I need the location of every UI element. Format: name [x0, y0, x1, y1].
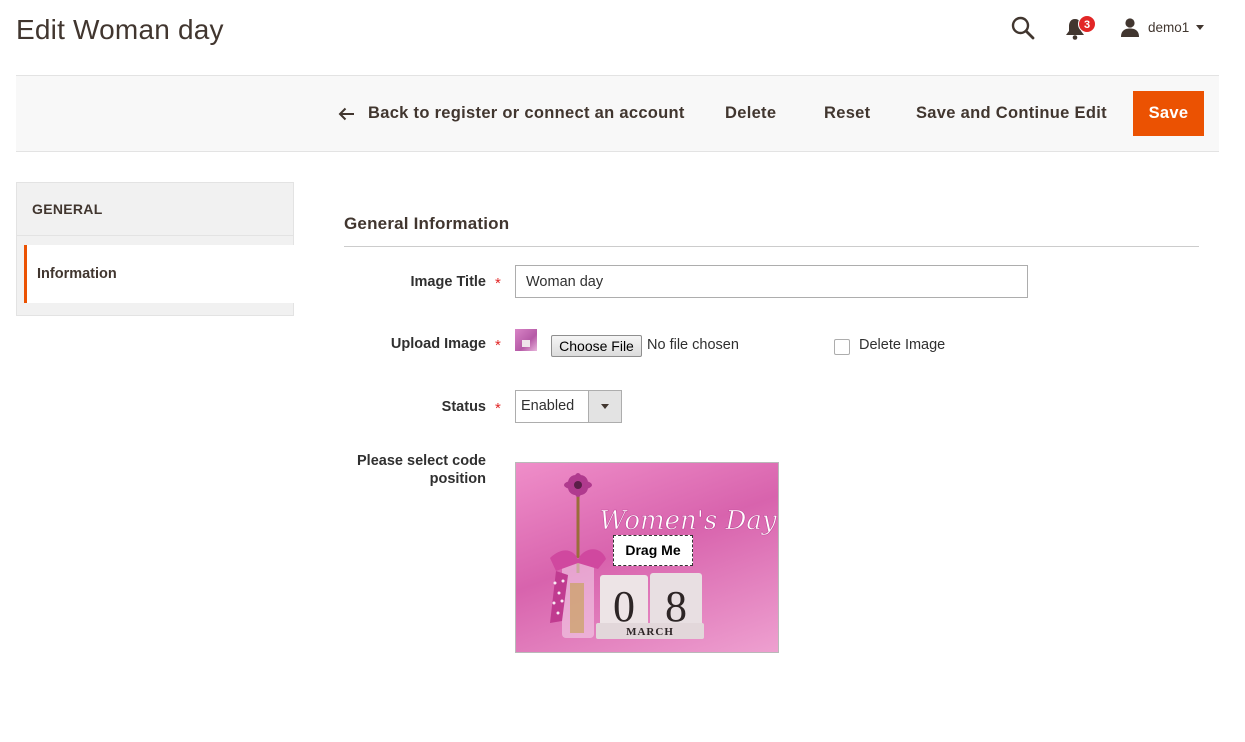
chevron-down-icon — [588, 391, 621, 422]
required-marker: * — [495, 275, 501, 292]
user-icon — [1121, 18, 1139, 37]
section-title: General Information — [344, 214, 510, 233]
notification-badge: 3 — [1078, 15, 1096, 33]
sidebar-heading[interactable]: GENERAL — [17, 183, 293, 236]
image-title-input[interactable] — [515, 265, 1028, 298]
drag-me-handle[interactable]: Drag Me — [613, 535, 693, 566]
preview-headline: Women's Day — [599, 506, 777, 536]
save-and-continue-button[interactable]: Save and Continue Edit — [916, 91, 1107, 136]
page-title: Edit Woman day — [16, 14, 224, 45]
save-button[interactable]: Save — [1133, 91, 1204, 136]
sidebar: GENERAL Information — [16, 182, 294, 316]
page-actions-toolbar: Back to register or connect an account D… — [16, 75, 1219, 152]
code-position-image[interactable]: 0 8 MARCH Women's Day Drag Me — [515, 462, 779, 653]
preview-month: MARCH — [626, 626, 674, 638]
choose-file-button[interactable]: Choose File — [551, 335, 642, 357]
reset-button[interactable]: Reset — [824, 91, 870, 136]
user-menu[interactable]: demo1 — [1120, 16, 1205, 38]
arrow-left-icon — [338, 107, 354, 120]
required-marker: * — [495, 337, 501, 354]
code-position-label-line1: Please select code — [357, 453, 486, 469]
delete-image-checkbox[interactable] — [834, 339, 850, 355]
back-button[interactable]: Back to register or connect an account — [338, 91, 685, 136]
delete-image-label[interactable]: Delete Image — [859, 337, 945, 353]
chevron-down-icon — [1196, 24, 1205, 30]
code-position-label-line2: position — [429, 471, 486, 487]
status-label: Status — [441, 399, 486, 415]
file-status-text: No file chosen — [647, 337, 739, 353]
status-selected-value: Enabled — [521, 398, 575, 414]
search-icon[interactable] — [1010, 15, 1036, 41]
upload-image-label: Upload Image — [390, 336, 486, 352]
image-thumbnail[interactable] — [515, 329, 537, 351]
image-title-label: Image Title — [410, 274, 486, 290]
sidebar-item-information[interactable]: Information — [24, 245, 294, 303]
preview-day-digit-2: 8 — [665, 582, 687, 631]
user-name: demo1 — [1148, 19, 1190, 35]
required-marker: * — [495, 400, 501, 417]
delete-button[interactable]: Delete — [725, 91, 776, 136]
section-divider — [344, 246, 1199, 247]
code-position-label: Please select code position — [296, 452, 486, 488]
back-button-label: Back to register or connect an account — [368, 104, 685, 122]
status-select[interactable]: Enabled — [515, 390, 622, 423]
preview-day-digit-1: 0 — [613, 582, 635, 631]
